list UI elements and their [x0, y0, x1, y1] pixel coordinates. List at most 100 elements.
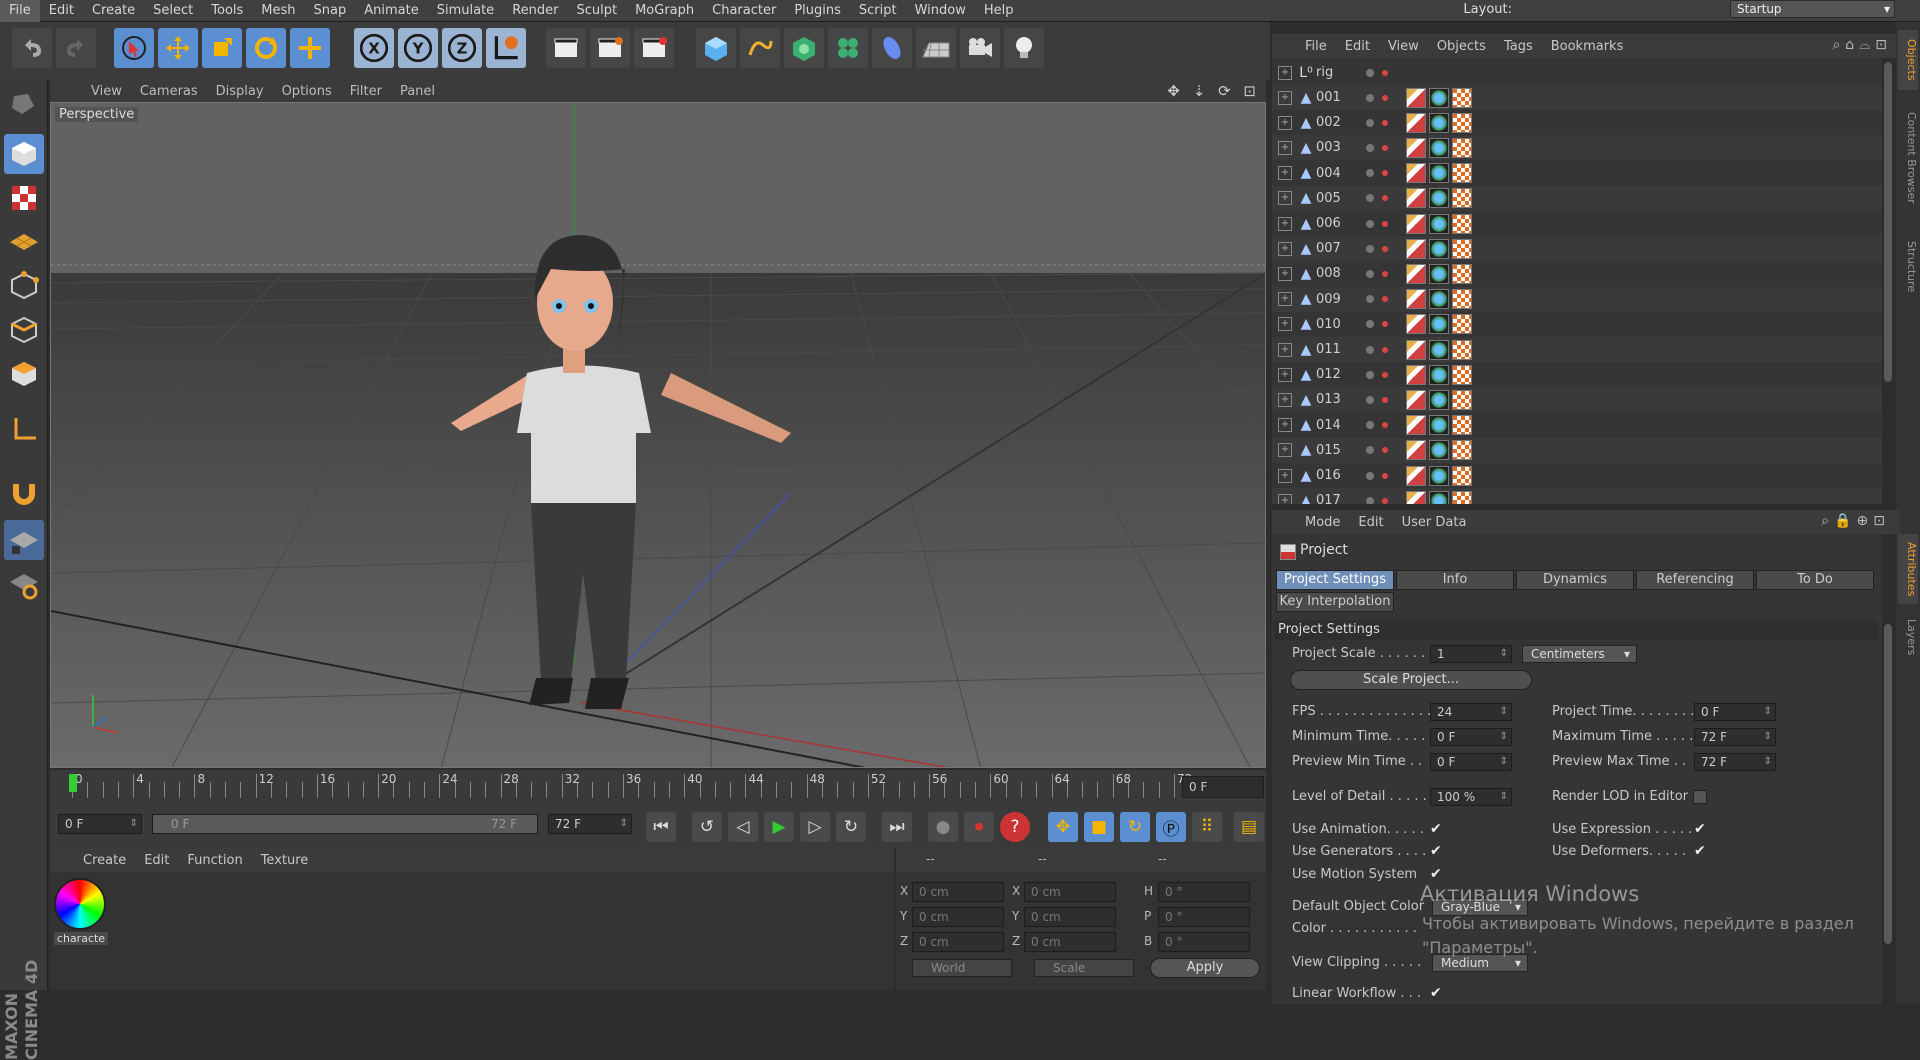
go-to-next-key-icon[interactable]: ↻ [836, 812, 866, 842]
expand-toggle-icon[interactable]: + [1278, 65, 1292, 80]
menu-mograph[interactable]: MoGraph [626, 0, 703, 22]
texture-tag-icon[interactable] [1452, 112, 1472, 133]
weight-tag-icon[interactable] [1406, 163, 1426, 184]
texture-tag-icon[interactable] [1452, 490, 1472, 504]
skin-tag-icon[interactable] [1429, 465, 1449, 486]
texture-tag-icon[interactable] [1452, 137, 1472, 158]
menu-file[interactable]: File [0, 0, 40, 22]
render-dot-icon[interactable] [1382, 144, 1388, 151]
expand-toggle-icon[interactable]: + [1278, 317, 1292, 332]
menu-simulate[interactable]: Simulate [428, 0, 503, 22]
visibility-dot-icon[interactable] [1366, 496, 1374, 504]
object-row[interactable]: + ▲ 011 [1272, 337, 1882, 362]
side-tab-objects[interactable]: Objects [1898, 30, 1918, 90]
weight-tag-icon[interactable] [1406, 137, 1426, 158]
skin-tag-icon[interactable] [1429, 188, 1449, 209]
start-frame-field[interactable]: 0 F [58, 814, 142, 834]
render-dot-icon[interactable] [1382, 69, 1388, 76]
object-list-scroll-thumb[interactable] [1884, 62, 1892, 382]
render-dot-icon[interactable] [1382, 296, 1388, 303]
object-row[interactable]: + ▲ 015 [1272, 437, 1882, 463]
render-dot-icon[interactable] [1382, 497, 1388, 504]
coord-size-z-field[interactable]: 0 cm [1024, 932, 1116, 952]
side-tab-content-browser[interactable]: Content Browser [1898, 98, 1918, 218]
go-to-start-icon[interactable]: ⏮ [646, 812, 676, 842]
visibility-dot-icon[interactable] [1366, 421, 1374, 430]
viewport-navigation-icons[interactable]: ✥ ⇣ ⟳ ⊡ [1167, 82, 1260, 100]
locked-workplane-icon[interactable] [4, 564, 44, 604]
material-menu-function[interactable]: Function [178, 853, 251, 868]
texture-tag-icon[interactable] [1452, 339, 1472, 360]
tab-to-do[interactable]: To Do [1756, 570, 1874, 590]
skin-tag-icon[interactable] [1429, 314, 1449, 335]
coord-rot-p-field[interactable]: 0 ° [1158, 907, 1250, 927]
visibility-dot-icon[interactable] [1366, 143, 1374, 152]
visibility-dot-icon[interactable] [1366, 269, 1374, 278]
layout-select[interactable]: Startup [1730, 0, 1895, 18]
attributes-menu-edit[interactable]: Edit [1349, 515, 1392, 530]
coord-pos-z-field[interactable]: 0 cm [912, 932, 1004, 952]
visibility-dot-icon[interactable] [1366, 320, 1374, 329]
menu-edit[interactable]: Edit [40, 0, 83, 22]
expand-toggle-icon[interactable]: + [1278, 418, 1292, 433]
object-row[interactable]: + ▲ 014 [1272, 413, 1882, 438]
cube-object-icon[interactable] [696, 28, 736, 68]
texture-tag-icon[interactable] [1452, 188, 1472, 209]
skin-tag-icon[interactable] [1429, 440, 1449, 461]
make-editable-icon[interactable] [4, 84, 44, 124]
object-row[interactable]: + ▲ 007 [1272, 236, 1882, 262]
minimum-time-field[interactable]: 0 F [1430, 728, 1512, 746]
visibility-dot-icon[interactable] [1366, 194, 1374, 203]
weight-tag-icon[interactable] [1406, 364, 1426, 385]
viewport-menu-view[interactable]: View [82, 84, 131, 99]
expand-toggle-icon[interactable]: + [1278, 216, 1292, 231]
visibility-dot-icon[interactable] [1366, 93, 1374, 102]
expand-toggle-icon[interactable]: + [1278, 367, 1292, 382]
object-row[interactable]: + ▲ 001 [1272, 85, 1882, 110]
expand-toggle-icon[interactable]: + [1278, 241, 1292, 256]
weight-tag-icon[interactable] [1406, 213, 1426, 234]
render-dot-icon[interactable] [1382, 321, 1388, 328]
object-row[interactable]: + ▲ 010 [1272, 312, 1882, 337]
render-view-icon[interactable] [546, 28, 586, 68]
object-row[interactable]: + ▲ 009 [1272, 286, 1882, 312]
menu-help[interactable]: Help [975, 0, 1023, 22]
expand-toggle-icon[interactable]: + [1278, 90, 1292, 105]
render-lod-checkbox[interactable] [1693, 790, 1707, 804]
expand-toggle-icon[interactable]: + [1278, 443, 1292, 458]
axis-y-lock-button[interactable]: Y [398, 28, 438, 68]
texture-tag-icon[interactable] [1452, 213, 1472, 234]
visibility-dot-icon[interactable] [1366, 345, 1374, 354]
workplane-mode-icon[interactable] [4, 222, 44, 262]
render-dot-icon[interactable] [1382, 422, 1388, 429]
texture-tag-icon[interactable] [1452, 440, 1472, 461]
workplane-lock-icon[interactable] [4, 520, 44, 560]
menu-animate[interactable]: Animate [355, 0, 427, 22]
axis-x-lock-button[interactable]: X [354, 28, 394, 68]
object-row[interactable]: + ▲ 013 [1272, 387, 1882, 413]
material-preview-swatch[interactable] [54, 878, 106, 930]
visibility-dot-icon[interactable] [1366, 244, 1374, 253]
project-scale-field[interactable]: 1 [1430, 645, 1512, 663]
visibility-dot-icon[interactable] [1366, 395, 1374, 404]
coord-pos-y-field[interactable]: 0 cm [912, 907, 1004, 927]
weight-tag-icon[interactable] [1406, 289, 1426, 310]
object-row[interactable]: + ▲ 003 [1272, 135, 1882, 161]
expand-toggle-icon[interactable]: + [1278, 191, 1292, 206]
object-row[interactable]: + ▲ 006 [1272, 211, 1882, 236]
object-row[interactable]: + ▲ 016 [1272, 463, 1882, 488]
texture-tag-icon[interactable] [1452, 163, 1472, 184]
skin-tag-icon[interactable] [1429, 490, 1449, 504]
weight-tag-icon[interactable] [1406, 263, 1426, 284]
expand-toggle-icon[interactable]: + [1278, 115, 1292, 130]
record-position-icon[interactable]: ✥ [1048, 812, 1078, 842]
render-dot-icon[interactable] [1382, 245, 1388, 252]
project-time-field[interactable]: 0 F [1694, 703, 1776, 721]
subdivision-surface-icon[interactable] [784, 28, 824, 68]
skin-tag-icon[interactable] [1429, 389, 1449, 410]
autokeying-icon[interactable]: ⏺ [964, 812, 994, 842]
side-tab-structure[interactable]: Structure [1898, 232, 1918, 302]
deformer-icon[interactable] [872, 28, 912, 68]
weight-tag-icon[interactable] [1406, 490, 1426, 504]
render-dot-icon[interactable] [1382, 472, 1388, 479]
